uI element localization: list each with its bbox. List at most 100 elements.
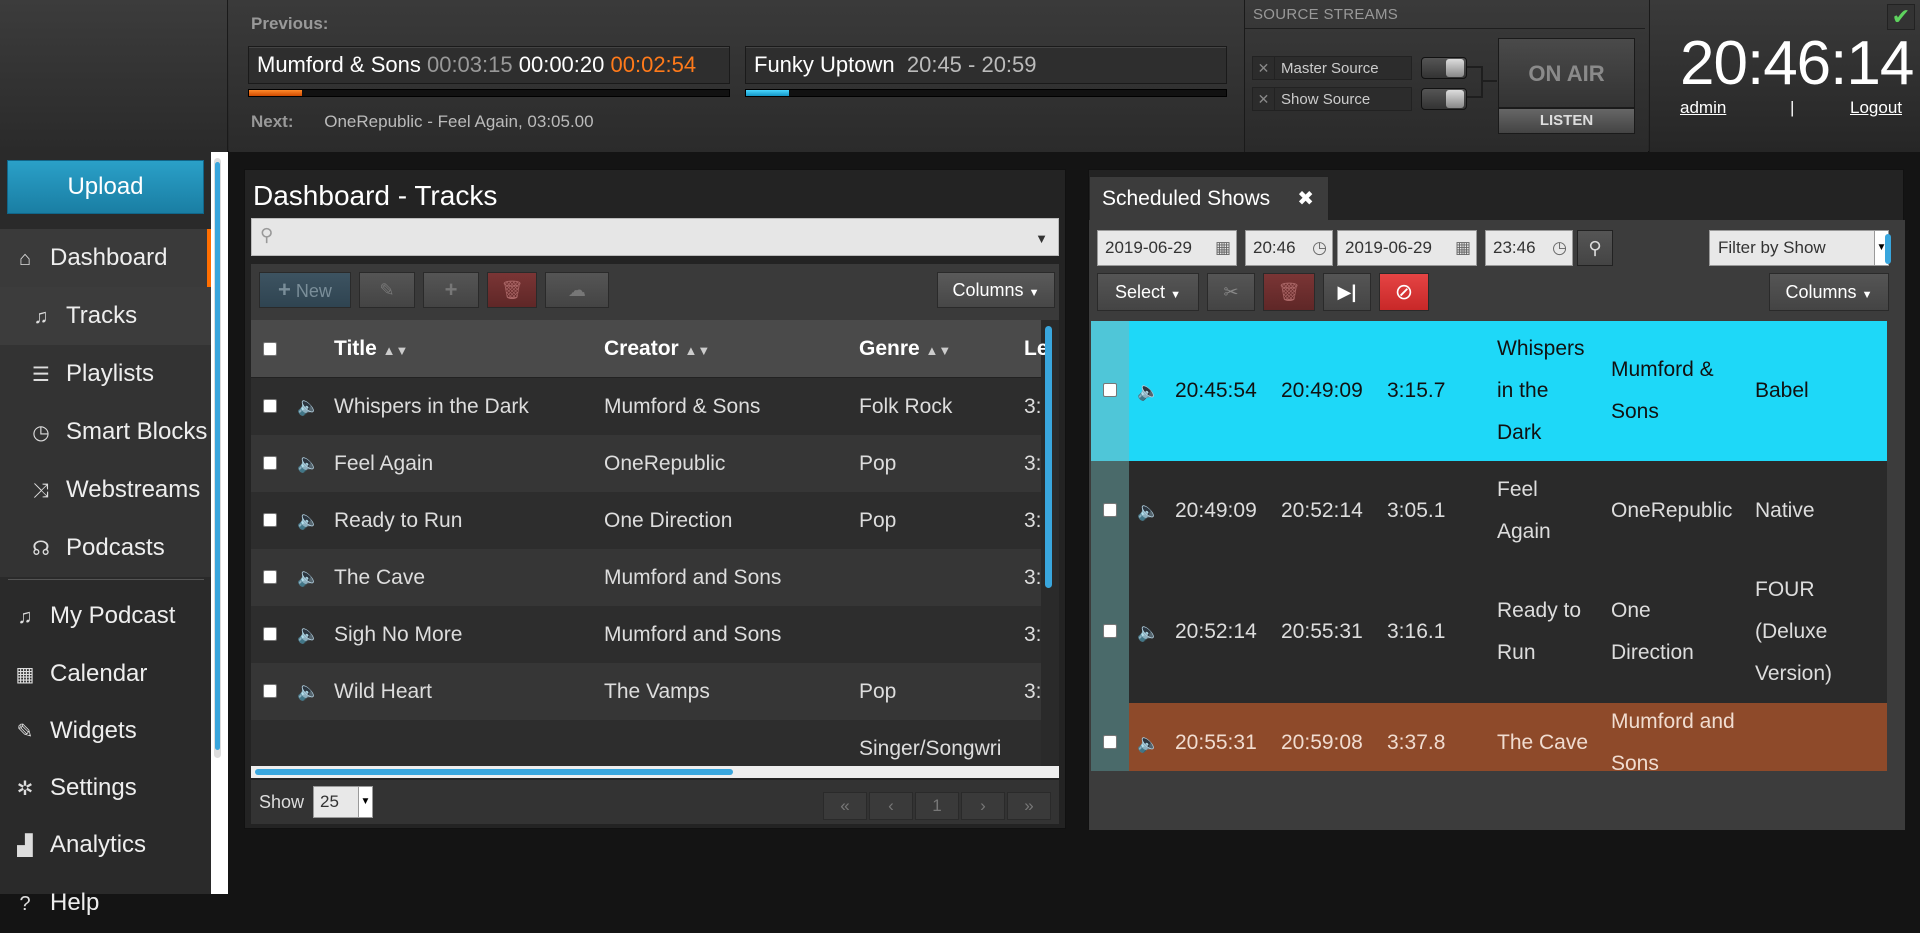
last-page-button[interactable]: » <box>1007 792 1051 820</box>
close-icon[interactable]: ✕ <box>1253 57 1275 79</box>
listen-button[interactable]: LISTEN <box>1498 108 1635 134</box>
table-row[interactable]: 🔈 Ready to Run One Direction Pop 3: <box>251 492 1042 549</box>
speaker-icon[interactable]: 🔈 <box>297 435 319 492</box>
cancel-show-button[interactable]: ⊘ <box>1379 273 1429 311</box>
chevron-down-icon[interactable]: ▼ <box>1035 231 1048 246</box>
table-horizontal-scrollbar[interactable] <box>251 766 1059 778</box>
sidebar-item-settings[interactable]: ✲ Settings <box>0 759 211 817</box>
delete-button[interactable]: 🗑 <box>1263 273 1315 311</box>
end-time-field[interactable]: 23:46 ◷ <box>1485 230 1573 266</box>
speaker-icon[interactable]: 🔈 <box>297 606 319 663</box>
speaker-icon[interactable]: 🔈 <box>297 492 319 549</box>
sidebar-item-my-podcast[interactable]: ♫ My Podcast <box>0 587 211 645</box>
row-checkbox[interactable] <box>263 399 277 413</box>
table-row[interactable]: 🔈 20:49:09 20:52:14 3:05.1 Feel Again OneRepub… <box>1091 461 1887 561</box>
speaker-icon[interactable]: 🔈 <box>297 663 319 720</box>
row-checkbox[interactable] <box>263 627 277 641</box>
table-row[interactable]: 🔈 20:52:14 20:55:31 3:16.1 Ready to Run One Dir… <box>1091 561 1887 703</box>
trash-icon: 🗑 <box>1277 282 1301 302</box>
calendar-icon[interactable]: ▦ <box>1455 231 1471 265</box>
logout-link[interactable]: Logout <box>1850 98 1902 118</box>
table-vertical-scrollbar[interactable] <box>1885 234 1891 264</box>
table-row[interactable]: 🔈 20:55:31 20:59:08 3:37.8 The Cave Mumford a… <box>1091 703 1887 771</box>
edit-button[interactable]: ✎ <box>359 272 415 308</box>
end-date-field[interactable]: 2019-06-29 ▦ <box>1337 230 1477 266</box>
sidebar-item-help[interactable]: ? Help <box>0 874 211 932</box>
filter-by-show-select[interactable]: Filter by Show ▼ <box>1709 230 1889 266</box>
row-checkbox[interactable] <box>263 570 277 584</box>
speaker-icon[interactable]: 🔈 <box>1137 490 1159 532</box>
sidebar-item-analytics[interactable]: ▟ Analytics <box>0 816 211 874</box>
table-row[interactable]: 🔈 Wild Heart The Vamps Pop 3: <box>251 663 1042 720</box>
speaker-icon[interactable]: 🔈 <box>1137 370 1159 412</box>
page-number-button[interactable]: 1 <box>915 792 959 820</box>
show-source-switch[interactable] <box>1421 88 1467 110</box>
close-icon[interactable]: ✕ <box>1253 88 1275 110</box>
sidebar-item-label: Webstreams <box>66 476 201 503</box>
table-vertical-scrollbar[interactable] <box>1045 326 1052 588</box>
shuffle-icon: ⤨ <box>33 480 49 502</box>
tab-scheduled-shows[interactable]: Scheduled Shows ✖ <box>1089 176 1329 220</box>
search-button[interactable]: ⚲ <box>1577 230 1613 266</box>
column-header-genre[interactable]: Genre ▲▼ <box>859 320 951 378</box>
table-row[interactable]: 🔈 The Cave Mumford and Sons 3: <box>251 549 1042 606</box>
clock-icon[interactable]: ◷ <box>1552 231 1567 265</box>
scheduled-shows-body: 2019-06-29 ▦ 20:46 ◷ 2019-06-29 ▦ 23:46 ◷ ⚲ … <box>1089 220 1905 830</box>
table-row[interactable]: 🔈 Feel Again OneRepublic Pop 3: <box>251 435 1042 492</box>
sidebar-item-widgets[interactable]: ✎ Widgets <box>0 702 211 760</box>
delete-button[interactable]: 🗑 <box>487 272 537 308</box>
prev-page-button[interactable]: ‹ <box>869 792 913 820</box>
headphones-icon: ☊ <box>32 538 50 560</box>
tracks-search-input[interactable]: ⚲ ▼ <box>251 218 1059 256</box>
select-dropdown-button[interactable]: Select ▼ <box>1097 273 1199 311</box>
admin-link[interactable]: admin <box>1680 98 1726 118</box>
row-checkbox[interactable] <box>1103 735 1117 749</box>
column-header-creator[interactable]: Creator ▲▼ <box>604 320 710 378</box>
columns-button[interactable]: Columns ▼ <box>937 272 1055 308</box>
sidebar-item-podcasts[interactable]: ☊ Podcasts <box>0 519 211 577</box>
scrollbar-thumb[interactable] <box>255 769 733 775</box>
close-icon[interactable]: ✖ <box>1297 177 1314 221</box>
sidebar-item-playlists[interactable]: ☰ Playlists <box>0 345 211 403</box>
sidebar-item-calendar[interactable]: ▦ Calendar <box>0 645 211 703</box>
speaker-icon[interactable]: 🔈 <box>1137 722 1159 764</box>
master-source-switch[interactable] <box>1421 57 1467 79</box>
scheduled-shows-panel: Scheduled Shows ✖ 2019-06-29 ▦ 20:46 ◷ 201… <box>1088 169 1905 830</box>
row-checkbox[interactable] <box>263 456 277 470</box>
speaker-icon[interactable]: 🔈 <box>297 378 319 435</box>
sidebar-item-tracks[interactable]: ♫ Tracks <box>0 287 211 345</box>
row-checkbox[interactable] <box>263 513 277 527</box>
speaker-icon[interactable]: 🔈 <box>1137 611 1159 653</box>
calendar-icon[interactable]: ▦ <box>1215 231 1231 265</box>
skip-to-track-button[interactable]: ▶| <box>1323 273 1371 311</box>
sidebar-scrollbar[interactable] <box>214 158 221 758</box>
row-checkbox[interactable] <box>1103 624 1117 638</box>
column-header-title[interactable]: Title ▲▼ <box>334 320 408 378</box>
table-row[interactable]: 🔈 20:45:54 20:49:09 3:15.7 Whispers in the Dar… <box>1091 321 1887 461</box>
scrollbar-thumb[interactable] <box>215 162 220 750</box>
row-checkbox[interactable] <box>1103 503 1117 517</box>
row-checkbox[interactable] <box>263 684 277 698</box>
next-page-button[interactable]: › <box>961 792 1005 820</box>
select-all-checkbox[interactable] <box>263 342 277 356</box>
table-row[interactable]: Singer/Songwri <box>251 720 1041 766</box>
table-row[interactable]: 🔈 Whispers in the Dark Mumford & Sons Folk … <box>251 378 1042 435</box>
soundcloud-button[interactable]: ☁ <box>545 272 609 308</box>
add-to-button[interactable]: + <box>423 272 479 308</box>
cut-button[interactable]: ✂ <box>1207 273 1255 311</box>
table-row[interactable]: 🔈 Sigh No More Mumford and Sons 3: <box>251 606 1042 663</box>
speaker-icon[interactable]: 🔈 <box>297 549 319 606</box>
start-time-field[interactable]: 20:46 ◷ <box>1245 230 1333 266</box>
sidebar-item-webstreams[interactable]: ⤨ Webstreams <box>0 461 211 519</box>
row-checkbox[interactable] <box>1103 383 1117 397</box>
sidebar-item-dashboard[interactable]: ⌂ Dashboard <box>0 229 211 287</box>
new-button[interactable]: + New <box>259 272 351 308</box>
columns-button[interactable]: Columns ▼ <box>1769 273 1889 311</box>
start-date-field[interactable]: 2019-06-29 ▦ <box>1097 230 1237 266</box>
cell-line: The Cave <box>1497 731 1589 754</box>
sidebar-item-smart-blocks[interactable]: ◷ Smart Blocks <box>0 403 211 461</box>
upload-button[interactable]: Upload <box>7 160 204 214</box>
first-page-button[interactable]: « <box>823 792 867 820</box>
page-size-select[interactable]: 25 ▼ <box>313 786 373 818</box>
clock-icon[interactable]: ◷ <box>1312 231 1327 265</box>
